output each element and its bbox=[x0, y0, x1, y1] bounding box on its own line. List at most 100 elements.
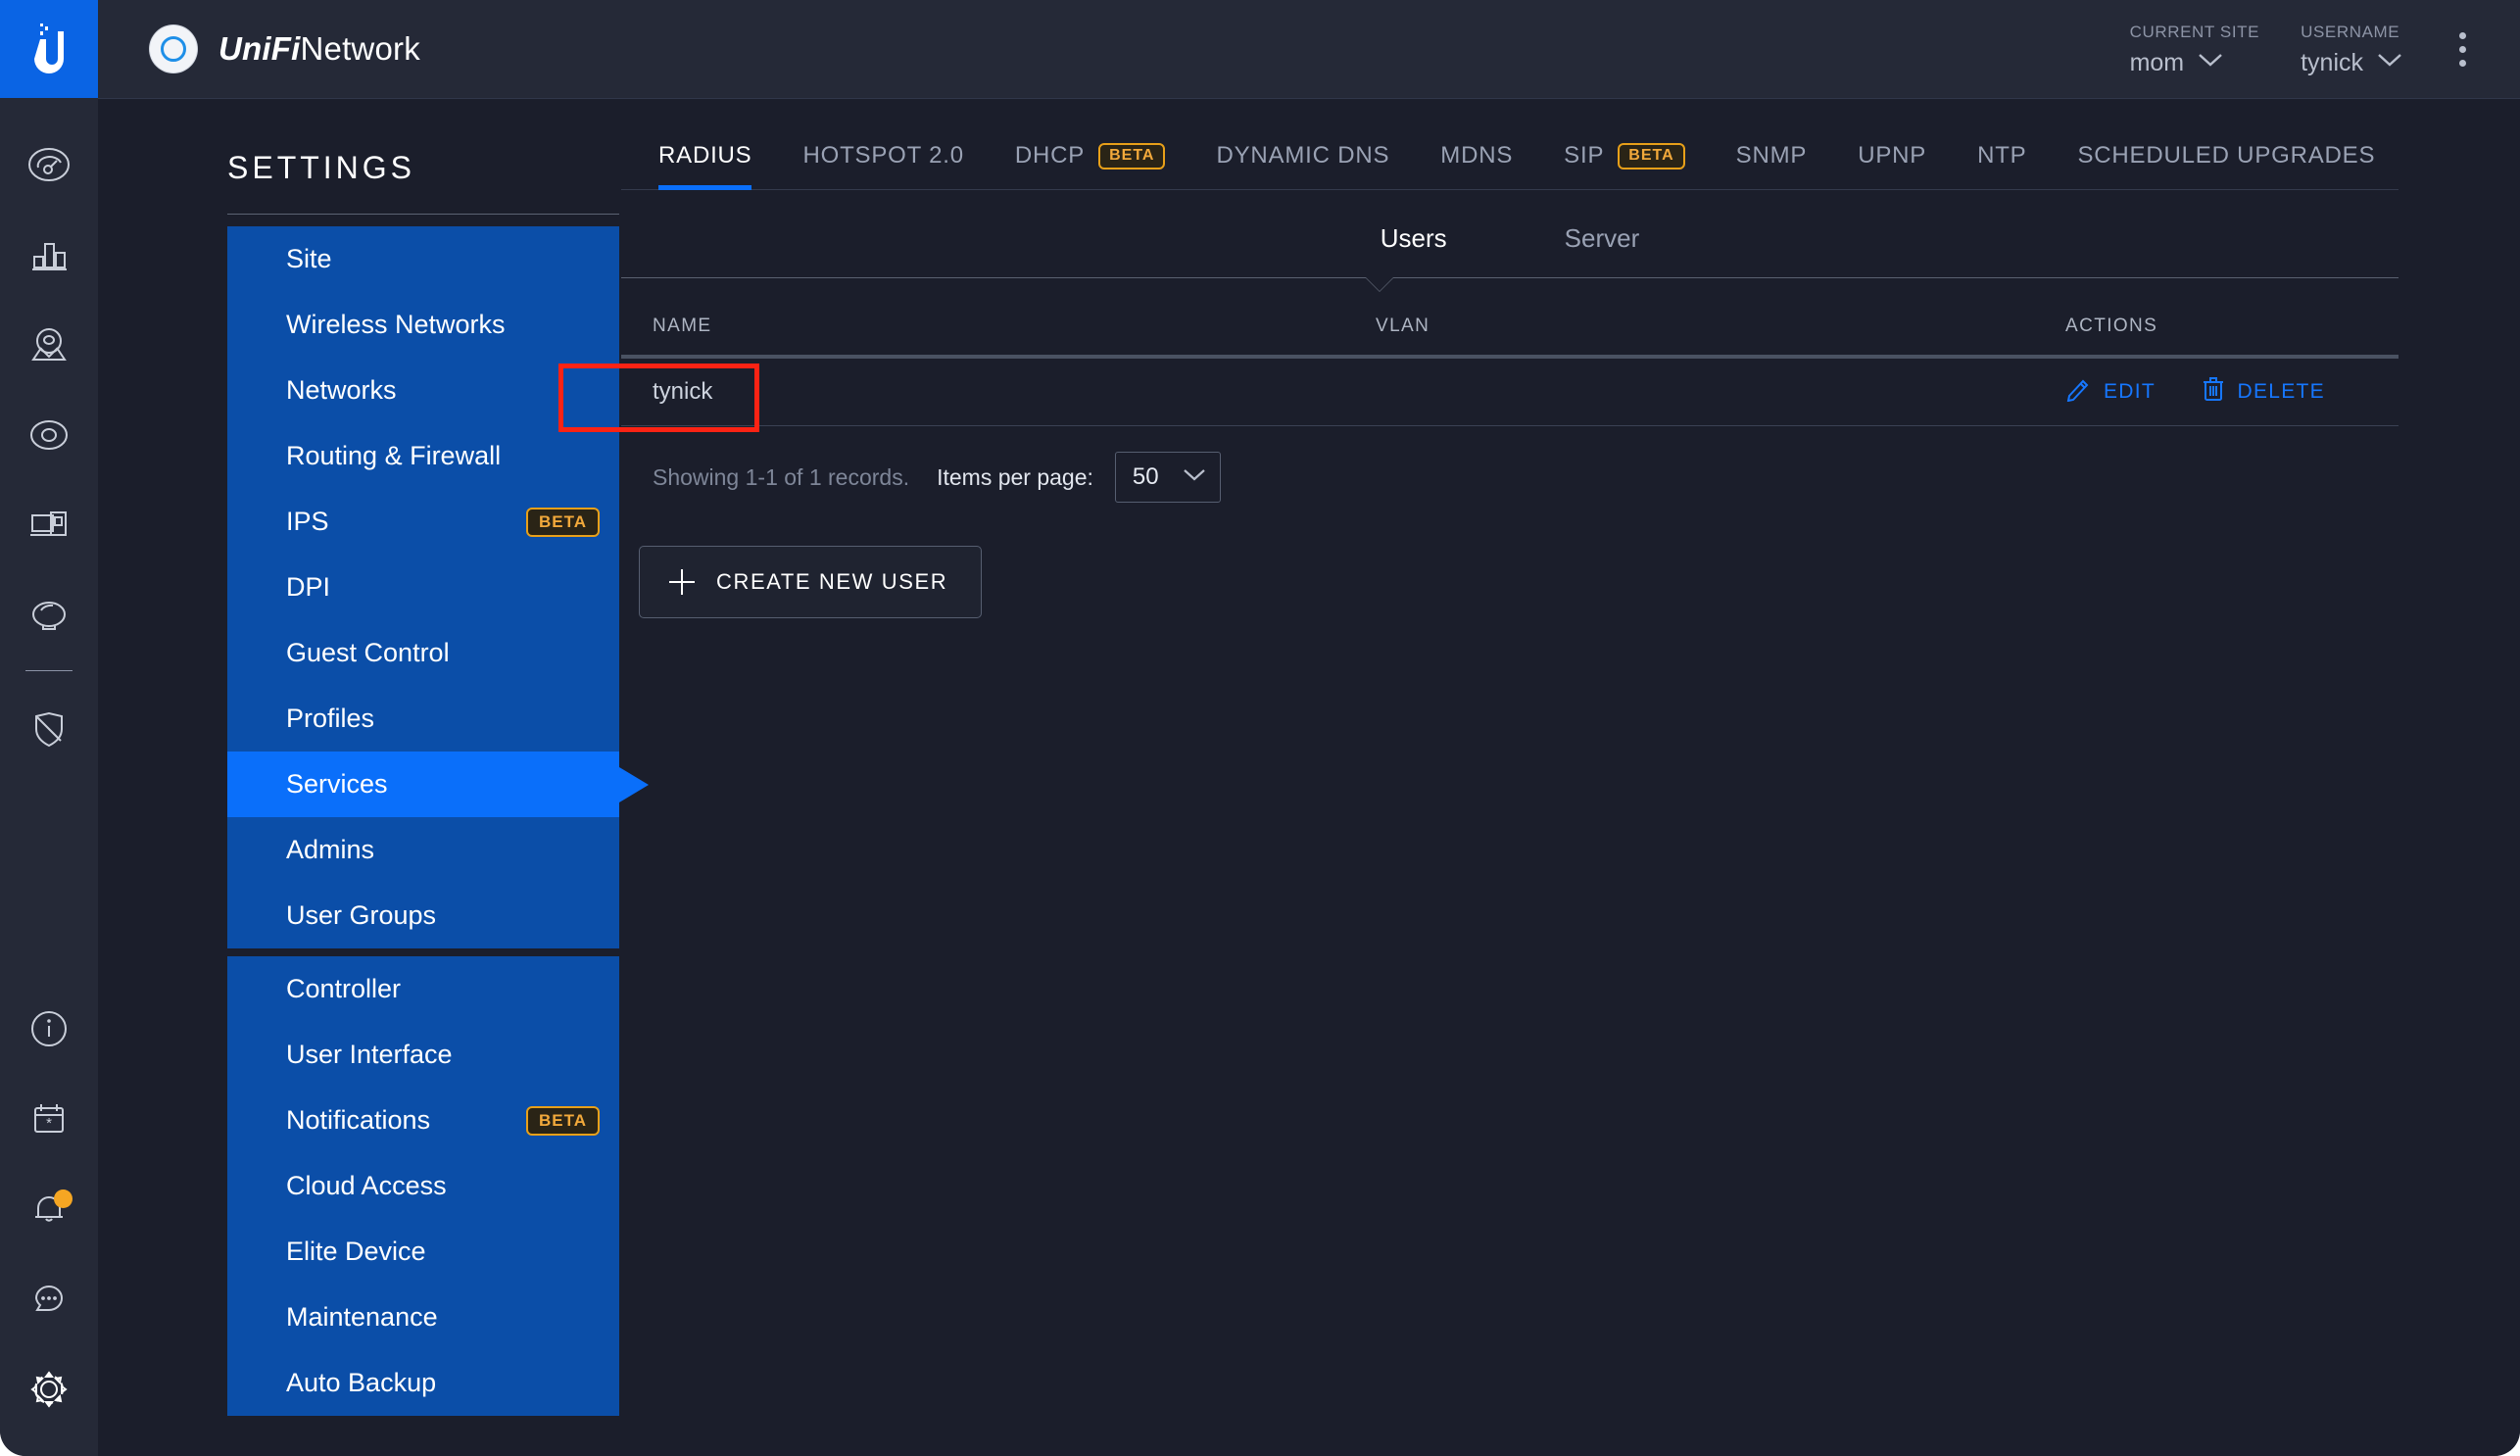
sidebar-item-notifications[interactable]: Notifications BETA bbox=[227, 1088, 619, 1153]
create-new-user-button[interactable]: CREATE NEW USER bbox=[639, 546, 983, 618]
tab-mdns[interactable]: MDNS bbox=[1415, 121, 1538, 189]
subtab-server[interactable]: Server bbox=[1565, 192, 1640, 277]
delete-label: DELETE bbox=[2237, 380, 2325, 403]
subtab-users[interactable]: Users bbox=[1381, 192, 1447, 277]
sidebar-item-guest-control[interactable]: Guest Control bbox=[227, 620, 619, 686]
sidebar-item-controller[interactable]: Controller bbox=[227, 956, 619, 1022]
main-panel: RADIUS HOTSPOT 2.0 DHCP BETA DYNAMIC DNS… bbox=[588, 99, 2520, 1456]
sidebar-item-label: Cloud Access bbox=[286, 1171, 447, 1200]
delete-button[interactable]: DELETE bbox=[2202, 376, 2326, 408]
info-icon[interactable] bbox=[0, 984, 98, 1074]
plus-icon bbox=[669, 569, 695, 595]
sidebar-item-label: Profiles bbox=[286, 704, 375, 733]
sidebar-item-label: Elite Device bbox=[286, 1237, 426, 1266]
settings-gear-icon[interactable] bbox=[0, 1344, 98, 1434]
sidebar-item-label: Controller bbox=[286, 974, 402, 1003]
column-header-name: NAME bbox=[653, 315, 712, 336]
items-per-page-value: 50 bbox=[1132, 463, 1159, 490]
edit-label: EDIT bbox=[2104, 380, 2157, 403]
chevron-down-icon bbox=[2377, 53, 2402, 73]
sidebar-item-label: Site bbox=[286, 244, 332, 273]
tab-label: NTP bbox=[1977, 142, 2027, 169]
tab-scheduled-upgrades[interactable]: SCHEDULED UPGRADES bbox=[2052, 121, 2400, 189]
sidebar-item-label: Notifications bbox=[286, 1105, 431, 1135]
current-site-selector[interactable]: CURRENT SITE mom bbox=[2130, 24, 2260, 75]
sidebar-item-dpi[interactable]: DPI bbox=[227, 555, 619, 620]
sidebar-item-networks[interactable]: Networks bbox=[227, 358, 619, 423]
sidebar-item-site[interactable]: Site bbox=[227, 226, 619, 292]
create-new-user-label: CREATE NEW USER bbox=[716, 569, 948, 594]
radius-users-table: NAME VLAN ACTIONS tynick EDIT DELETE bbox=[621, 315, 2399, 426]
threat-management-icon[interactable] bbox=[0, 683, 98, 773]
clients-icon[interactable] bbox=[0, 480, 98, 570]
tab-label: SNMP bbox=[1735, 142, 1808, 169]
map-icon[interactable] bbox=[0, 300, 98, 390]
sidebar-item-user-groups[interactable]: User Groups bbox=[227, 883, 619, 948]
sidebar-item-label: Maintenance bbox=[286, 1302, 438, 1332]
header-right-group: CURRENT SITE mom USERNAME tynick bbox=[2130, 24, 2520, 75]
sidebar-item-label: Routing & Firewall bbox=[286, 441, 502, 470]
tab-label: MDNS bbox=[1440, 142, 1514, 169]
beta-badge: BETA bbox=[525, 1105, 600, 1136]
sidebar-item-auto-backup[interactable]: Auto Backup bbox=[227, 1350, 619, 1416]
overflow-menu-icon[interactable] bbox=[2444, 31, 2481, 67]
sidebar-item-label: DPI bbox=[286, 572, 331, 602]
column-header-vlan: VLAN bbox=[1376, 315, 1430, 336]
statistics-icon[interactable] bbox=[0, 210, 98, 300]
tab-dhcp[interactable]: DHCP BETA bbox=[990, 121, 1191, 189]
items-per-page-label: Items per page: bbox=[937, 463, 1093, 490]
sidebar-item-ips[interactable]: IPS BETA bbox=[227, 489, 619, 555]
subtab-label: Server bbox=[1564, 223, 1640, 253]
sidebar-item-profiles[interactable]: Profiles bbox=[227, 686, 619, 752]
current-site-label: CURRENT SITE bbox=[2129, 22, 2260, 41]
cell-actions: EDIT DELETE bbox=[2065, 376, 2399, 408]
sidebar-item-cloud-access[interactable]: Cloud Access bbox=[227, 1153, 619, 1219]
tab-hotspot[interactable]: HOTSPOT 2.0 bbox=[777, 121, 989, 189]
items-per-page-select[interactable]: 50 bbox=[1114, 452, 1221, 503]
username-label: USERNAME bbox=[2301, 22, 2400, 41]
sidebar-item-admins[interactable]: Admins bbox=[227, 817, 619, 883]
sidebar-item-elite-device[interactable]: Elite Device bbox=[227, 1219, 619, 1285]
tab-label: DHCP bbox=[1014, 142, 1086, 169]
current-site-value: mom bbox=[2129, 48, 2185, 76]
tab-ntp[interactable]: NTP bbox=[1952, 121, 2052, 189]
sidebar-item-label: IPS bbox=[286, 507, 329, 536]
sidebar-item-label: Auto Backup bbox=[286, 1368, 437, 1397]
table-header-row: NAME VLAN ACTIONS bbox=[621, 315, 2399, 359]
sidebar-item-label: Wireless Networks bbox=[286, 310, 506, 339]
settings-nav-group-secondary: Controller User Interface Notifications … bbox=[227, 956, 619, 1416]
devices-icon[interactable] bbox=[0, 390, 98, 480]
tab-snmp[interactable]: SNMP bbox=[1711, 121, 1833, 189]
primary-nav-rail: * bbox=[0, 0, 98, 1456]
records-count: Showing 1-1 of 1 records. bbox=[653, 463, 910, 490]
cell-name: tynick bbox=[653, 378, 713, 405]
rail-top-group bbox=[0, 98, 98, 773]
sidebar-item-label: Services bbox=[286, 769, 388, 799]
sidebar-item-wireless-networks[interactable]: Wireless Networks bbox=[227, 292, 619, 358]
chat-icon[interactable] bbox=[0, 1254, 98, 1344]
tab-sip[interactable]: SIP BETA bbox=[1538, 121, 1710, 189]
app-title-primary: UniFi bbox=[218, 30, 301, 67]
service-tabs: RADIUS HOTSPOT 2.0 DHCP BETA DYNAMIC DNS… bbox=[621, 121, 2399, 190]
dashboard-icon[interactable] bbox=[0, 120, 98, 210]
ubiquiti-logo[interactable] bbox=[0, 0, 98, 98]
tab-label: DYNAMIC DNS bbox=[1216, 142, 1390, 169]
beta-badge: BETA bbox=[1098, 142, 1166, 170]
rail-bottom-group: * bbox=[0, 984, 98, 1434]
tab-dynamic-dns[interactable]: DYNAMIC DNS bbox=[1190, 121, 1415, 189]
sidebar-item-services[interactable]: Services bbox=[227, 752, 649, 817]
alerts-icon[interactable] bbox=[0, 1164, 98, 1254]
insights-icon[interactable] bbox=[0, 570, 98, 660]
sidebar-item-routing-firewall[interactable]: Routing & Firewall bbox=[227, 423, 619, 489]
sidebar-item-label: Networks bbox=[286, 375, 397, 405]
beta-badge: BETA bbox=[525, 507, 600, 537]
table-row[interactable]: tynick EDIT DELETE bbox=[621, 359, 2399, 426]
events-icon[interactable]: * bbox=[0, 1074, 98, 1164]
sidebar-item-maintenance[interactable]: Maintenance bbox=[227, 1285, 619, 1350]
sidebar-item-user-interface[interactable]: User Interface bbox=[227, 1022, 619, 1088]
edit-button[interactable]: EDIT bbox=[2065, 376, 2156, 408]
tab-upnp[interactable]: UPNP bbox=[1832, 121, 1952, 189]
pagination-bar: Showing 1-1 of 1 records. Items per page… bbox=[621, 452, 2399, 503]
username-selector[interactable]: USERNAME tynick bbox=[2301, 24, 2402, 75]
tab-radius[interactable]: RADIUS bbox=[633, 121, 777, 190]
